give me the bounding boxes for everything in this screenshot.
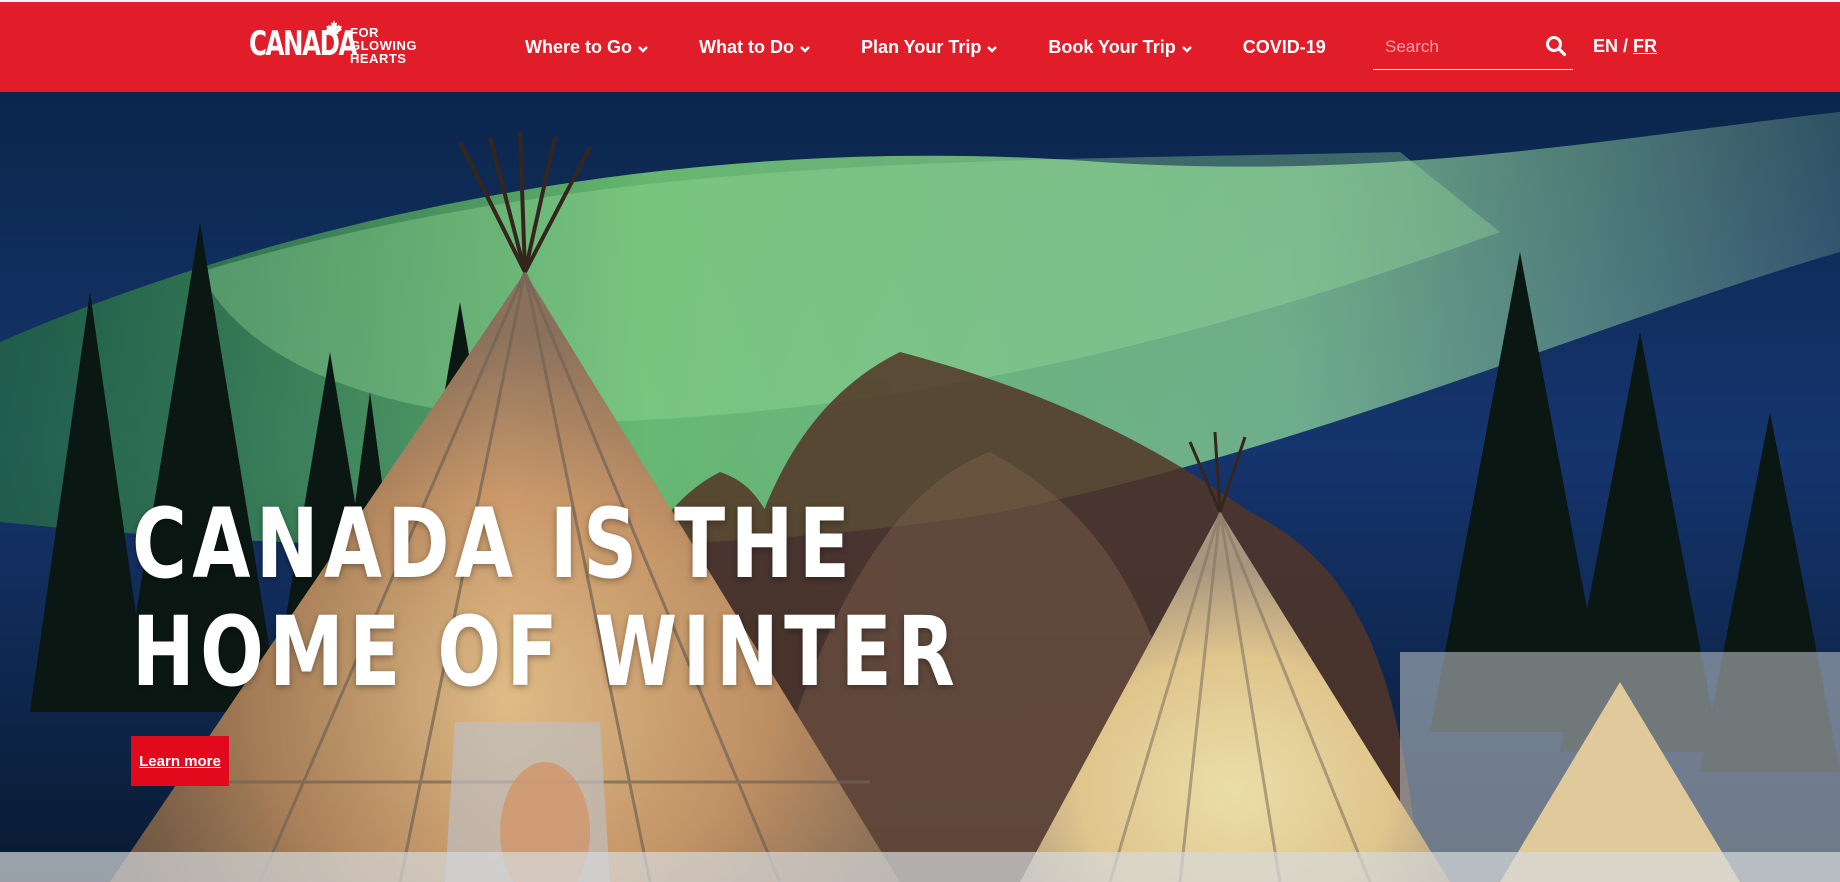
chevron-down-icon [1181,45,1192,53]
hero-headline: CANADA IS THE HOME OF WINTER [132,488,961,708]
search-bar [1373,27,1573,70]
main-nav: Where to Go What to Do Plan Your Trip Bo… [525,2,1376,92]
learn-more-button[interactable]: Learn more [131,736,229,786]
search-input[interactable] [1383,33,1547,61]
search-icon[interactable] [1545,35,1567,57]
lang-fr-link[interactable]: FR [1633,36,1657,56]
chevron-down-icon [800,45,810,53]
chevron-down-icon [638,45,648,53]
hero-banner: CANADA IS THE HOME OF WINTER Learn more [0,92,1840,882]
canada-logo[interactable]: CANADA FOR GLOWING HEARTS [249,20,418,78]
logo-tagline: FOR GLOWING HEARTS [350,25,418,66]
lang-en: EN [1593,36,1619,56]
site-header: CANADA FOR GLOWING HEARTS Where to Go Wh… [0,0,1840,92]
nav-item-plan-your-trip[interactable]: Plan Your Trip [861,37,998,58]
nav-item-book-your-trip[interactable]: Book Your Trip [1048,37,1192,58]
nav-item-where-to-go[interactable]: Where to Go [525,37,649,58]
hero-background-image [0,92,1840,882]
lang-separator: / [1623,36,1629,56]
language-switcher: EN / FR [1593,36,1657,57]
chevron-down-icon [987,45,998,53]
maple-leaf-icon [326,20,342,36]
nav-item-covid-19[interactable]: COVID-19 [1243,37,1326,58]
nav-item-what-to-do[interactable]: What to Do [699,37,811,58]
